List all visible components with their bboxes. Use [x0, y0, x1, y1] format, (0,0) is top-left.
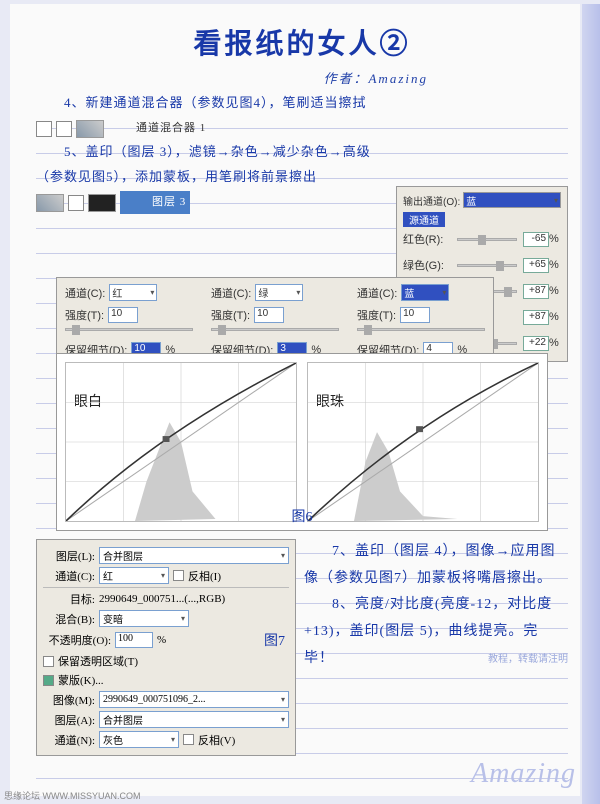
chevron-down-icon: ▾ [281, 715, 285, 724]
slider[interactable] [357, 328, 485, 331]
p7-mask-check[interactable] [43, 675, 54, 686]
copy-note: 教程，转载请注明 [304, 650, 568, 665]
value-input[interactable]: +87 [523, 284, 549, 299]
mask-icon[interactable]: ◐ [56, 121, 72, 137]
p7-layer-label: 图层(L): [43, 548, 95, 564]
channel-mixer-label: 通道混合器 1 [108, 118, 206, 139]
layer-3-badge: 图层 3 [120, 191, 190, 214]
chevron-down-icon: ▾ [161, 571, 165, 580]
curves-box: 眼白 眼珠 图6 [56, 353, 548, 531]
p7-image-select[interactable]: 2990649_000751096_2...▾ [99, 691, 289, 708]
p7-opacity-label: 不透明度(O): [43, 632, 111, 648]
chevron-down-icon: ▾ [281, 695, 285, 704]
slider[interactable] [211, 328, 339, 331]
strength-input[interactable]: 10 [254, 307, 284, 323]
figure-6-label: 图6 [292, 506, 313, 526]
strength-input[interactable]: 10 [400, 307, 430, 323]
source-channel-label: 源通道 [403, 212, 445, 227]
p7-channel-label: 通道(C): [43, 568, 95, 584]
p7-channel-select[interactable]: 红▾ [99, 567, 169, 584]
slider[interactable] [65, 328, 193, 331]
p7-channel2-label: 通道(N): [43, 732, 95, 748]
chevron-down-icon: ▾ [171, 735, 175, 744]
page-title: 看报纸的女人② [36, 22, 568, 62]
channel-select[interactable]: 绿▾ [255, 284, 303, 301]
p7-blend-label: 混合(B): [43, 611, 95, 627]
step-7-text: 7、盖印（图层 4），图像→应用图像（参数见图7）加蒙板将嘴唇擦出。 [304, 539, 568, 592]
layer-thumb-3[interactable] [88, 194, 116, 212]
p7-target-label: 目标: [43, 591, 95, 607]
figure-7-label: 图7 [264, 630, 285, 650]
p7-opacity-input[interactable]: 100 [115, 632, 153, 648]
p7-channel2-select[interactable]: 灰色▾ [99, 731, 179, 748]
p7-target-val: 2990649_000751...(...,RGB) [99, 593, 225, 605]
right-margin-bar [582, 4, 600, 804]
p7-invert2-check[interactable] [183, 734, 194, 745]
output-channel-label: 输出通道(O): [403, 193, 460, 208]
p7-blend-select[interactable]: 变暗▾ [99, 610, 189, 627]
value-input[interactable]: -65 [523, 232, 549, 247]
output-channel-select[interactable]: 蓝▾ [463, 192, 561, 208]
visibility-icon[interactable]: ● [36, 121, 52, 137]
strength-input[interactable]: 10 [108, 307, 138, 323]
channel-select[interactable]: 蓝▾ [401, 284, 449, 301]
chevron-down-icon: ▾ [281, 551, 285, 560]
chevron-down-icon: ▾ [181, 614, 185, 623]
value-input[interactable]: +22 [523, 336, 549, 351]
step-5-text: 5、盖印（图层 3），滤镜→杂色→减少杂色→高级（参数见图5），添加蒙板，用笔刷… [36, 140, 376, 214]
value-input[interactable]: +65 [523, 258, 549, 273]
author-line: 作者：Amazing [36, 68, 428, 87]
slider[interactable] [457, 264, 517, 267]
p7-layer-select[interactable]: 合并图层▾ [99, 547, 289, 564]
layer-thumb[interactable] [76, 120, 104, 138]
chevron-down-icon: ▾ [554, 196, 558, 205]
value-input[interactable]: +87 [523, 310, 549, 325]
curve-eye-ball: 眼珠 [307, 362, 539, 522]
p7-layer2-label: 图层(A): [43, 712, 95, 728]
p7-invert-check[interactable] [173, 570, 184, 581]
channel-select[interactable]: 红▾ [109, 284, 157, 301]
page: 看报纸的女人② 作者：Amazing 4、新建通道混合器（参数见图4），笔刷适当… [10, 4, 580, 796]
p7-layer2-select[interactable]: 合并图层▾ [99, 711, 289, 728]
footer-credit: 思缘论坛 WWW.MISSYUAN.COM [4, 789, 141, 802]
step-4-text: 4、新建通道混合器（参数见图4），笔刷适当擦拭 ● ◐ 通道混合器 1 [36, 91, 376, 140]
curve-eye-white: 眼白 [65, 362, 297, 522]
watermark: Amazing [471, 758, 576, 790]
p7-image-label: 图像(M): [43, 692, 95, 708]
mask-icon-2[interactable]: ◐ [68, 195, 84, 211]
layer-thumb-2[interactable] [36, 194, 64, 212]
slider[interactable] [457, 238, 517, 241]
panel-figure-7: 图层(L):合并图层▾ 通道(C):红▾反相(I) 目标:2990649_000… [36, 539, 296, 756]
p7-transparent-check[interactable] [43, 656, 54, 667]
